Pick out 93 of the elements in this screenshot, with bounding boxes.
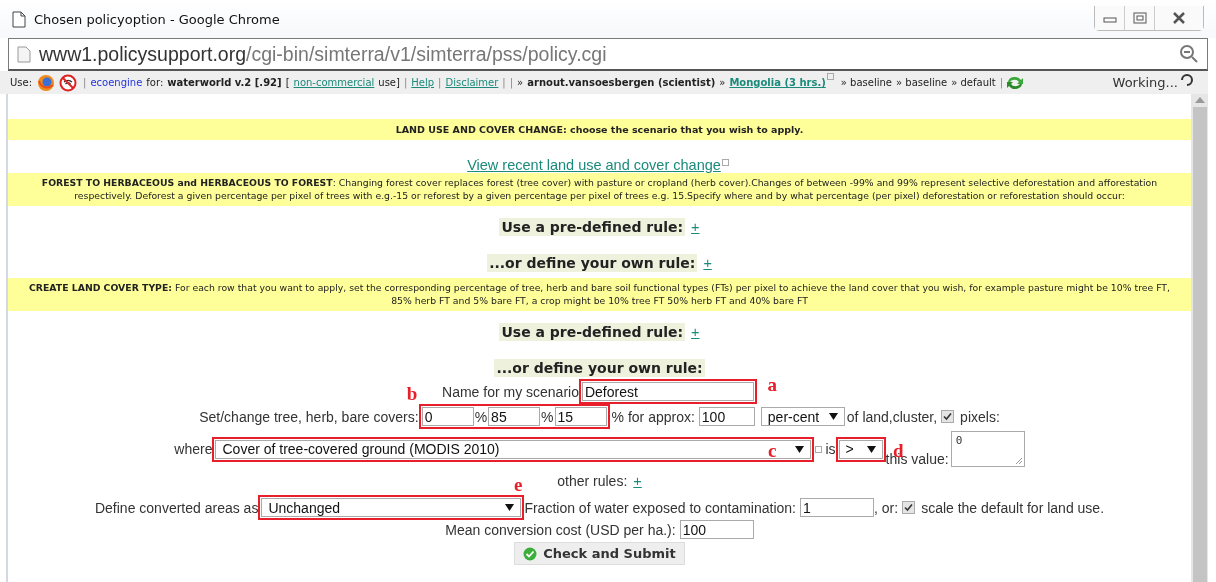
annotation-letter: c <box>768 440 777 460</box>
cover-field[interactable]: 15 <box>554 407 607 427</box>
info-panel: FOREST TO HERBACEOUS and HERBACEOUS TO FOREST: Changing forest cover replaces forest (tree cover) with pasture or cropland (herb cover).Changes of between -99% and 99% represent selective deforestation and afforestation respectively. Deforest a given percentage per pixel of trees with e.g.-15 or reforest by a given percentage per pixel of trees e.g. 15.Specify where and by what percentage (per pixel) deforestation or reforestation should occur: <box>8 173 1191 207</box>
toolbar-text: for: <box>146 77 164 88</box>
pixels-checkbox[interactable] <box>941 410 955 424</box>
caret-icon <box>828 413 838 421</box>
maximize-icon <box>1132 12 1147 24</box>
toolbar-link[interactable]: non-commercial <box>293 77 375 88</box>
scale-checkbox[interactable] <box>902 501 916 515</box>
field-label: Fraction of water exposed to contamination: <box>524 499 796 516</box>
recent-change-link[interactable]: View recent land use and cover change <box>467 157 721 173</box>
rule-heading: ...or define your own rule: <box>494 359 705 378</box>
value-textarea[interactable]: 0 <box>950 431 1025 468</box>
toolbar-text: arnout.vansoesbergen (scientist) <box>527 77 716 88</box>
maximize-button[interactable] <box>1125 6 1155 30</box>
field-label: scale the default for land use. <box>921 499 1105 516</box>
field-label: where <box>174 441 213 458</box>
cover-field[interactable]: 0 <box>421 407 474 427</box>
minimize-button[interactable] <box>1095 6 1125 30</box>
separator-text: | <box>438 77 442 88</box>
field-label: Set/change tree, herb, bare covers: <box>199 408 419 425</box>
cost-field[interactable]: 100 <box>679 520 754 540</box>
toolbar-text: » <box>719 77 726 88</box>
field-label: Name for my scenario <box>442 383 579 400</box>
caret-icon <box>795 445 805 453</box>
field-label: of land,cluster, <box>846 408 938 425</box>
toolbar-text: » <box>517 77 524 88</box>
external-link-icon <box>826 73 834 80</box>
annotation-letter: e <box>513 475 523 495</box>
field-label: is <box>825 441 836 458</box>
toolbar-text: » baseline <box>840 77 892 88</box>
operator-dropdown[interactable]: > <box>838 439 883 459</box>
no-wifi-icon[interactable] <box>59 73 78 92</box>
scenario-name-field[interactable]: Deforest <box>581 382 754 402</box>
address-bar[interactable]: www1.policysupport.org/cgi-bin/simterra/v1/simterra/pss/policy.cgi <box>8 38 1208 71</box>
annotation-letter: a <box>767 375 777 395</box>
separator-text: | <box>999 77 1004 88</box>
fraction-field[interactable]: 1 <box>800 498 874 518</box>
approx-field[interactable]: 100 <box>698 407 755 427</box>
field-label: other rules: <box>557 473 628 490</box>
annotation-letter: b <box>406 384 418 404</box>
toolbar-text: » baseline <box>896 77 948 88</box>
close-button[interactable] <box>1155 6 1203 30</box>
expand-link[interactable]: + <box>691 219 700 236</box>
zoom-icon[interactable] <box>1179 44 1199 64</box>
url-text: www1.policysupport.org/cgi-bin/simterra/v1/simterra/pss/policy.cgi <box>39 42 607 66</box>
separator-text: | <box>502 77 506 88</box>
converted-dropdown[interactable]: Unchanged <box>261 498 522 518</box>
status-text: Working... <box>1112 75 1178 90</box>
expand-link[interactable]: + <box>633 473 642 490</box>
field-label: , or: <box>874 499 899 516</box>
percent-text: % <box>541 408 554 425</box>
resize-grip-icon[interactable] <box>1014 457 1023 466</box>
field-label: Mean conversion cost (USD per ha.): <box>445 521 676 538</box>
scroll-up-icon[interactable] <box>1194 97 1205 103</box>
scrollbar[interactable] <box>1191 94 1208 582</box>
section-banner: LAND USE AND COVER CHANGE: choose the scenario that you wish to apply. <box>8 119 1191 140</box>
percent-text: % <box>474 408 488 425</box>
check-icon <box>523 546 538 561</box>
rule-heading: Use a pre-defined rule: <box>499 323 686 342</box>
window-title: Chosen policyoption - Google Chrome <box>34 11 280 27</box>
external-link-icon <box>721 159 729 166</box>
field-label: Define converted areas as <box>94 499 259 516</box>
toolbar-link[interactable]: Disclaimer <box>445 77 499 88</box>
page-icon <box>17 45 31 63</box>
field-label: % for approx: <box>611 408 695 425</box>
unit-dropdown[interactable]: per-cent <box>760 407 845 427</box>
external-link-icon <box>815 445 823 453</box>
close-icon <box>1172 12 1186 24</box>
toolbar-text: waterworld v.2 [.92] <box>167 77 282 88</box>
toolbar-text: [ <box>285 77 290 88</box>
toolbar-text: use] <box>378 77 400 88</box>
browser-icon[interactable] <box>37 73 56 92</box>
region-link[interactable]: Mongolia (3 hrs.) <box>729 77 826 88</box>
caret-icon <box>866 445 876 453</box>
separator-text: | <box>403 77 408 88</box>
expand-link[interactable]: + <box>703 255 712 272</box>
rule-heading: ...or define your own rule: <box>487 254 698 273</box>
expand-link[interactable]: + <box>691 324 700 341</box>
submit-button[interactable]: Check and Submit <box>514 542 685 566</box>
caret-icon <box>505 504 515 512</box>
rule-heading: Use a pre-defined rule: <box>499 218 686 237</box>
cover-field[interactable]: 85 <box>488 407 541 427</box>
separator-text: | <box>509 77 514 88</box>
toolbar-text: » default <box>951 77 996 88</box>
toolbar-label: Use: <box>10 77 33 88</box>
separator-text: | <box>83 77 87 88</box>
toolbar-link[interactable]: Help <box>411 77 435 88</box>
spinner-icon <box>1180 72 1194 87</box>
field-label: pixels: <box>960 408 1000 425</box>
brand-link[interactable]: ecoengine <box>90 77 143 88</box>
page-icon <box>12 10 26 28</box>
info-panel: CREATE LAND COVER TYPE: For each row that you want to apply, set the corresponding percentage of tree, herb and bare soil functional types (FTs) per pixel to achieve the land cover that you wish, for example pasture might be 10% tree FT, 85% herb FT and 5% bare FT, a crop might be 10% tree FT 50% herb FT and 40% bare FT <box>8 278 1191 312</box>
